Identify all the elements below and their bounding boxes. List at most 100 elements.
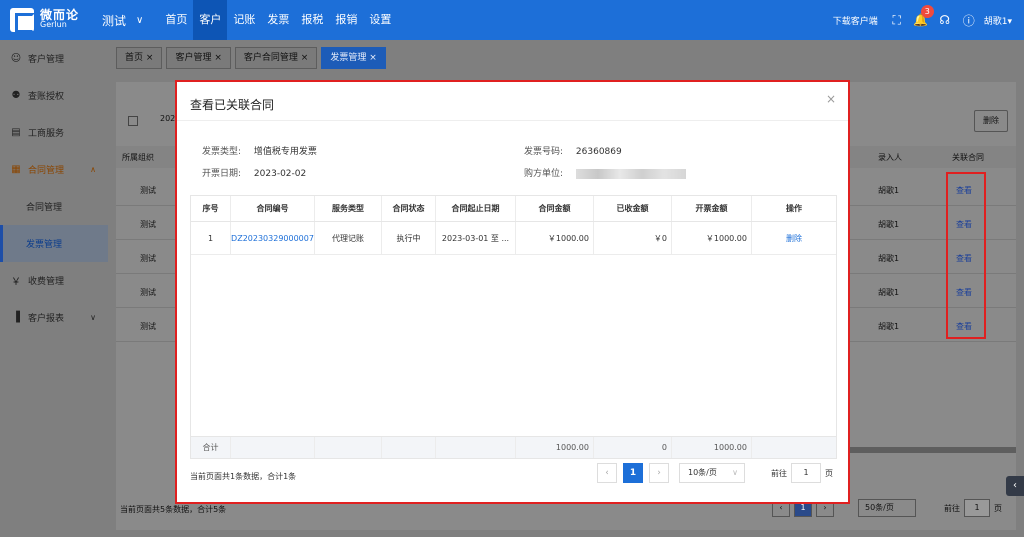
sidebar-item-invoice-management[interactable]: 发票管理 bbox=[0, 225, 108, 262]
nav-reimburse[interactable]: 报销 bbox=[329, 0, 363, 40]
goto-page-input[interactable]: 1 bbox=[791, 463, 821, 483]
checkbox[interactable] bbox=[128, 116, 138, 126]
buyer-label: 购方单位: bbox=[524, 169, 564, 179]
sidebar-item-label: 查账授权 bbox=[28, 92, 65, 102]
yen-icon: ￥ bbox=[11, 277, 21, 288]
column-entry: 录入人 bbox=[878, 153, 902, 162]
delete-button[interactable]: 删除 bbox=[974, 110, 1008, 132]
next-page-button[interactable]: › bbox=[649, 463, 669, 483]
sum-received: 0 bbox=[594, 437, 672, 458]
sum-empty bbox=[315, 437, 382, 458]
sidebar-item-customer-report[interactable]: ▐ 客户报表 ∨ bbox=[0, 299, 108, 336]
received-cell: ￥0 bbox=[594, 222, 672, 254]
sidebar-item-fee-management[interactable]: ￥ 收费管理 bbox=[0, 262, 108, 299]
bell-icon[interactable]: 🔔 3 bbox=[912, 5, 934, 29]
issue-date-value: 2023-02-02 bbox=[253, 169, 307, 179]
logo-subtitle: Gerlun bbox=[40, 20, 67, 29]
entry-cell: 胡歌1 bbox=[878, 186, 900, 195]
sidebar-item-label: 客户管理 bbox=[28, 55, 65, 65]
tab-invoice-management[interactable]: 发票管理 × bbox=[321, 46, 386, 69]
table-summary-row: 合计 1000.00 0 1000.00 bbox=[191, 436, 836, 458]
chevron-down-icon[interactable]: ∨ bbox=[136, 15, 143, 26]
tab-home[interactable]: 首页 × bbox=[116, 46, 163, 69]
tab-customer-contract[interactable]: 客户合同管理 × bbox=[234, 46, 318, 69]
scan-icon[interactable]: ⛶ bbox=[888, 11, 906, 29]
table-row: 1 DZ20230329000007 代理记账 执行中 2023-03-01 至… bbox=[191, 222, 836, 255]
invoiced-cell: ￥1000.00 bbox=[672, 222, 752, 254]
contracts-table: 序号 合同编号 服务类型 合同状态 合同起止日期 合同金额 已收金额 开票金额 … bbox=[190, 195, 837, 459]
entry-cell: 胡歌1 bbox=[878, 288, 900, 297]
logo[interactable]: 微而论 Gerlun bbox=[10, 8, 90, 33]
divider bbox=[177, 120, 848, 121]
download-client-link[interactable]: 下载客户端 bbox=[833, 14, 878, 27]
prev-page-button[interactable]: ‹ bbox=[597, 463, 617, 483]
page-size-select[interactable]: 10条/页 ∨ bbox=[679, 463, 745, 483]
chevron-down-icon: ∨ bbox=[90, 313, 96, 322]
invoice-number: 发票号码: 26360869 bbox=[524, 144, 622, 157]
column-action: 操作 bbox=[786, 204, 802, 213]
contract-code-link[interactable]: DZ20230329000007 bbox=[231, 222, 315, 254]
column-received: 已收金额 bbox=[594, 196, 672, 221]
table-header: 序号 合同编号 服务类型 合同状态 合同起止日期 合同金额 已收金额 开票金额 … bbox=[191, 196, 836, 222]
sidebar-item-label: 发票管理 bbox=[26, 240, 63, 250]
column-service: 服务类型 bbox=[315, 196, 382, 221]
close-icon[interactable]: × bbox=[826, 92, 836, 106]
logo-title: 微而论 bbox=[40, 8, 80, 22]
company-name[interactable]: 测试 bbox=[102, 12, 126, 29]
tab-customer-management[interactable]: 客户管理 × bbox=[166, 46, 231, 69]
nav-bookkeeping[interactable]: 记账 bbox=[227, 0, 261, 40]
tab-label: 首页 bbox=[125, 52, 144, 63]
page-size-select[interactable]: 50条/页 bbox=[858, 499, 916, 517]
org-cell: 测试 bbox=[140, 254, 156, 263]
goto-label: 前往 bbox=[771, 468, 787, 478]
sidebar-item-label: 收费管理 bbox=[28, 277, 65, 287]
sidebar-item-audit-auth[interactable]: ⚉ 查账授权 bbox=[0, 77, 108, 114]
sum-empty bbox=[436, 437, 516, 458]
invoice-number-label: 发票号码: bbox=[524, 147, 564, 157]
close-icon[interactable]: × bbox=[146, 53, 154, 63]
nav-settings[interactable]: 设置 bbox=[363, 0, 397, 40]
user-menu[interactable]: 胡歌1▾ bbox=[984, 14, 1012, 27]
nav-tax[interactable]: 报税 bbox=[295, 0, 329, 40]
user-name: 胡歌1 bbox=[983, 16, 1008, 27]
help-icon[interactable]: ⓘ bbox=[960, 11, 978, 29]
headset-icon[interactable]: ☊ bbox=[936, 11, 954, 29]
sidebar-item-contract-group[interactable]: ▦ 合同管理 ∧ bbox=[0, 151, 108, 188]
buyer: 购方单位: bbox=[524, 166, 686, 179]
entry-cell: 胡歌1 bbox=[878, 254, 900, 263]
delete-link[interactable]: 删除 bbox=[752, 222, 836, 254]
sidebar-item-label: 客户报表 bbox=[28, 314, 65, 324]
page-button[interactable]: 1 bbox=[623, 463, 643, 483]
invoice-type: 发票类型: 增值税专用发票 bbox=[202, 144, 317, 157]
close-icon[interactable]: × bbox=[301, 53, 309, 63]
date-filter[interactable]: 202 bbox=[160, 114, 175, 123]
column-org: 所属组织 bbox=[122, 153, 154, 162]
sidebar-item-label: 合同管理 bbox=[28, 166, 65, 176]
column-code: 合同编号 bbox=[231, 196, 315, 221]
org-cell: 测试 bbox=[140, 220, 156, 229]
collapse-panel-button[interactable]: ‹ bbox=[1006, 476, 1024, 496]
column-invoiced: 开票金额 bbox=[672, 196, 752, 221]
nav-invoice[interactable]: 发票 bbox=[261, 0, 295, 40]
dialog-title: 查看已关联合同 bbox=[190, 98, 275, 112]
card-icon: ▤ bbox=[11, 127, 21, 138]
sidebar-item-contract-management[interactable]: 合同管理 bbox=[0, 188, 108, 225]
sum-empty bbox=[752, 437, 836, 458]
sidebar-item-customer-management[interactable]: ☺ 客户管理 bbox=[0, 40, 108, 77]
goto-label: 前往 bbox=[944, 503, 960, 513]
dialog-pagination: ‹ 1 › 10条/页 ∨ 前往 1 页 bbox=[597, 463, 833, 483]
goto-page-input[interactable]: 1 bbox=[964, 499, 990, 517]
table-summary: 当前页面共5条数据，合计5条 bbox=[120, 505, 227, 514]
chevron-up-icon: ∧ bbox=[90, 165, 96, 174]
sidebar-item-business-service[interactable]: ▤ 工商服务 bbox=[0, 114, 108, 151]
close-icon[interactable]: × bbox=[369, 53, 377, 63]
horizontal-scrollbar[interactable] bbox=[850, 447, 1016, 453]
invoice-number-value: 26360869 bbox=[575, 147, 622, 157]
nav-home[interactable]: 首页 bbox=[159, 0, 193, 40]
close-icon[interactable]: × bbox=[214, 53, 222, 63]
dates-cell: 2023-03-01 至 ... bbox=[436, 222, 516, 254]
nav-customer[interactable]: 客户 bbox=[193, 0, 228, 40]
issue-date: 开票日期: 2023-02-02 bbox=[202, 166, 306, 179]
sum-empty bbox=[231, 437, 315, 458]
column-dates: 合同起止日期 bbox=[436, 196, 516, 221]
